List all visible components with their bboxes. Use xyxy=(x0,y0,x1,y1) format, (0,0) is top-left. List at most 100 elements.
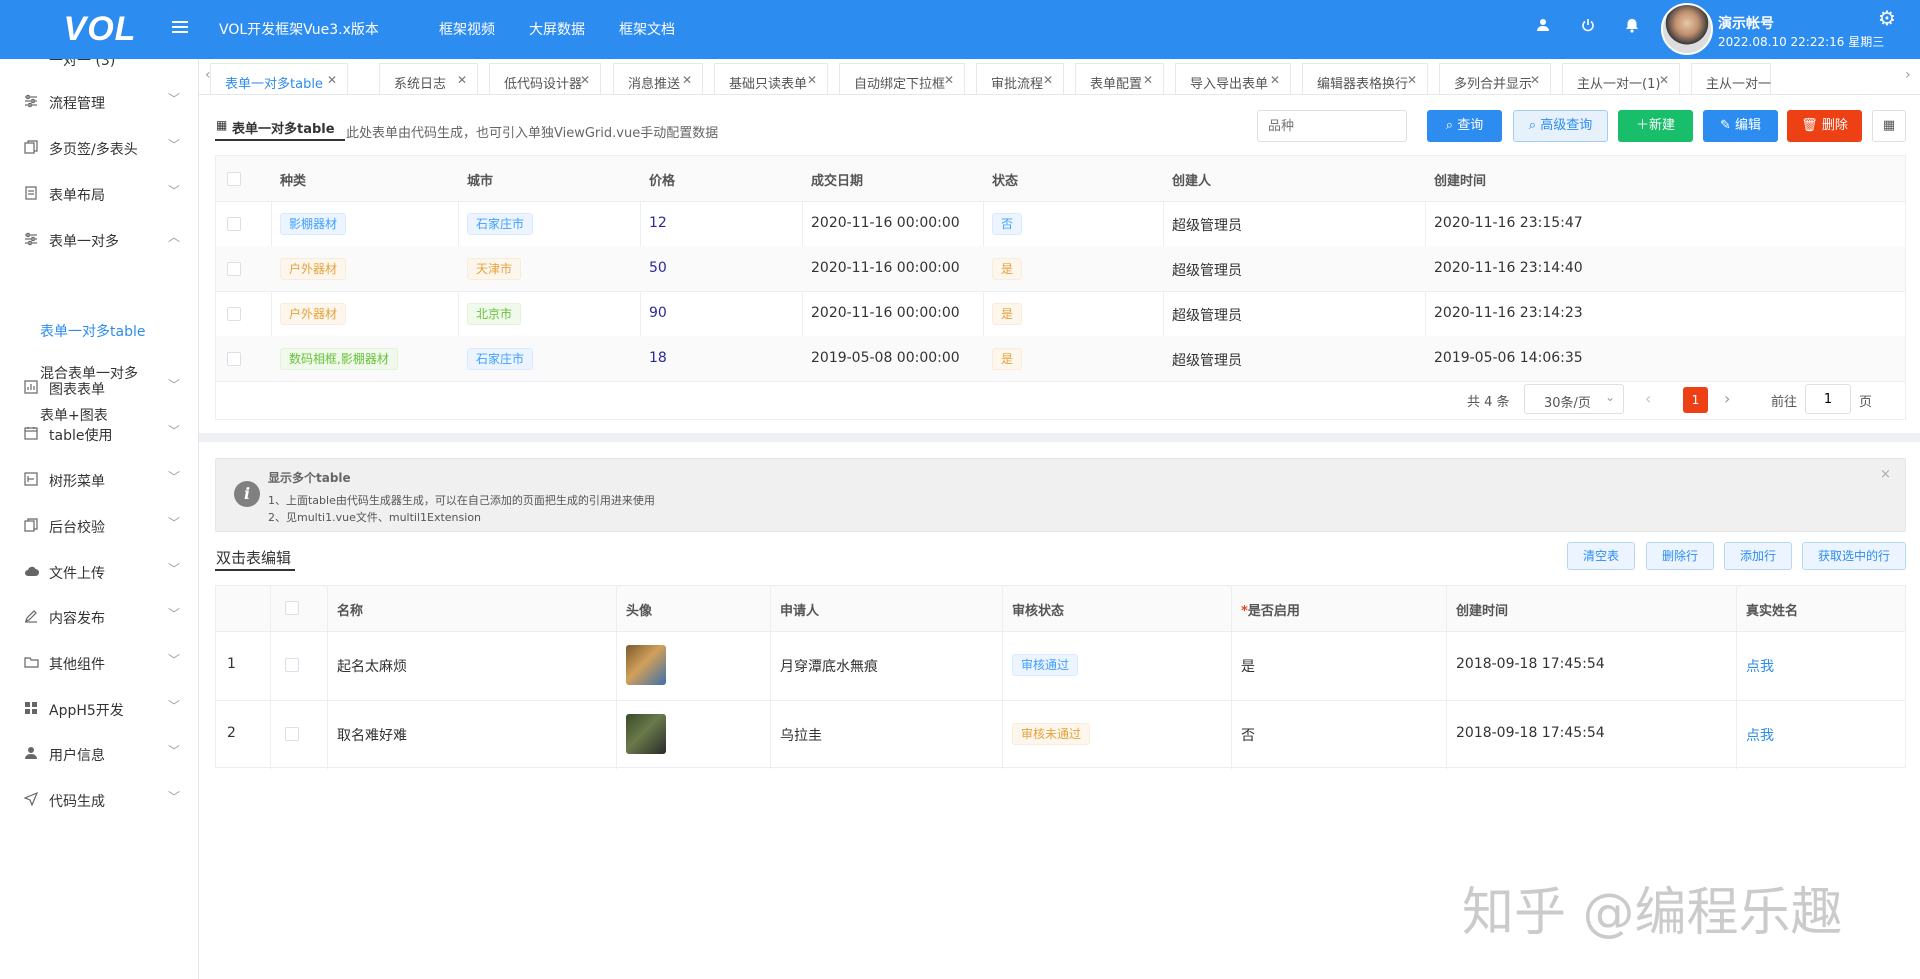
sidebar-item-13[interactable]: 代码生成 ﹀ xyxy=(0,780,198,820)
sidebar-sub-onetomany-table[interactable]: 表单一对多table xyxy=(40,321,145,341)
tab-10[interactable]: 多列合并显示 ✕ xyxy=(1439,63,1551,94)
sidebar-item-partial[interactable]: 一对一 (3) xyxy=(0,59,198,79)
real-name-link[interactable]: 点我 xyxy=(1746,656,1774,676)
row-checkbox[interactable] xyxy=(227,262,241,276)
sidebar-item-6[interactable]: 树形菜单 ﹀ xyxy=(0,460,198,500)
enabled-cell[interactable]: 否 xyxy=(1241,725,1255,745)
audit-status-tag[interactable]: 审核未通过 xyxy=(1012,723,1091,745)
sidebar-item-0[interactable]: 流程管理 ﹀ xyxy=(0,82,198,122)
created-time-cell[interactable]: 2018-09-18 17:45:54 xyxy=(1456,725,1605,741)
sidebar-item-9[interactable]: 内容发布 ﹀ xyxy=(0,597,198,637)
close-icon[interactable]: ✕ xyxy=(1530,73,1540,87)
tab-9[interactable]: 编辑器表格换行 ✕ xyxy=(1302,63,1428,94)
close-icon[interactable]: ✕ xyxy=(580,73,590,87)
gear-icon[interactable]: ⚙ xyxy=(1878,6,1896,30)
close-icon[interactable]: ✕ xyxy=(1270,73,1280,87)
sidebar-item-8[interactable]: 文件上传 ﹀ xyxy=(0,552,198,592)
power-icon[interactable] xyxy=(1581,18,1601,40)
sidebar-item-3[interactable]: 表单一对多 ︿ xyxy=(0,220,198,260)
audit-status-tag[interactable]: 审核通过 xyxy=(1012,654,1079,676)
enabled-cell[interactable]: 是 xyxy=(1241,656,1255,676)
tab-4[interactable]: 基础只读表单 ✕ xyxy=(714,63,828,94)
creator-cell: 超级管理员 xyxy=(1172,353,1242,369)
chevron-down-icon: ﹀ xyxy=(168,653,181,667)
user-icon[interactable] xyxy=(1536,18,1556,40)
tab-0[interactable]: 表单一对多table ✕ xyxy=(210,63,348,94)
sidebar-item-11[interactable]: AppH5开发 ﹀ xyxy=(0,689,198,729)
sidebar-sub-mixed-form[interactable]: 混合表单一对多 xyxy=(40,363,138,383)
row-checkbox[interactable] xyxy=(285,727,299,741)
sidebar-item-label: 用户信息 xyxy=(49,748,105,764)
page-size-select[interactable]: 30条/页 ⌄ xyxy=(1524,384,1624,414)
tab-3[interactable]: 消息推送 ✕ xyxy=(613,63,703,94)
clear-table-button[interactable]: 清空表 xyxy=(1567,542,1635,570)
close-icon[interactable]: ✕ xyxy=(1143,73,1153,87)
close-icon[interactable]: ✕ xyxy=(457,73,467,87)
sidebar-sub-form-chart[interactable]: 表单+图表 xyxy=(40,405,108,425)
price-cell: 90 xyxy=(649,305,667,321)
column-header-date: 成交日期 xyxy=(811,174,864,189)
row-checkbox[interactable] xyxy=(227,352,241,366)
row-checkbox[interactable] xyxy=(285,658,299,672)
nav-dashboard-link[interactable]: 大屏数据 xyxy=(529,19,585,39)
row-checkbox[interactable] xyxy=(227,307,241,321)
name-cell[interactable]: 取名难好难 xyxy=(337,725,407,745)
tab-6[interactable]: 审批流程 ✕ xyxy=(976,63,1064,94)
real-name-link[interactable]: 点我 xyxy=(1746,725,1774,745)
bell-icon[interactable] xyxy=(1625,18,1645,40)
tab-5[interactable]: 自动绑定下拉框 ✕ xyxy=(839,63,965,94)
goto-page-input[interactable] xyxy=(1805,384,1851,414)
folder-icon xyxy=(24,655,40,671)
search-input[interactable] xyxy=(1257,110,1407,142)
tabs-next-icon[interactable]: › xyxy=(1905,67,1911,83)
delete-row-button[interactable]: 删除行 xyxy=(1646,542,1714,570)
tab-1[interactable]: 系统日志 ✕ xyxy=(379,63,478,94)
sidebar-item-label: 文件上传 xyxy=(49,566,105,582)
add-row-button[interactable]: 添加行 xyxy=(1724,542,1792,570)
edit-button[interactable]: ✎ 编辑 xyxy=(1703,110,1778,142)
next-page-icon[interactable]: › xyxy=(1724,389,1730,408)
close-icon[interactable]: ✕ xyxy=(1043,73,1053,87)
sidebar-item-1[interactable]: 多页签/多表头 ﹀ xyxy=(0,128,198,168)
select-all-checkbox[interactable] xyxy=(285,601,299,615)
user-avatar[interactable] xyxy=(1661,3,1713,55)
sidebar-item-10[interactable]: 其他组件 ﹀ xyxy=(0,643,198,683)
menu-collapse-icon[interactable] xyxy=(172,18,192,40)
close-icon[interactable]: ✕ xyxy=(944,73,954,87)
row-checkbox[interactable] xyxy=(227,217,241,231)
page-number-current[interactable]: 1 xyxy=(1683,387,1708,413)
created-time-cell[interactable]: 2018-09-18 17:45:54 xyxy=(1456,656,1605,672)
name-cell[interactable]: 起名太麻烦 xyxy=(337,656,407,676)
sidebar-item-7[interactable]: 后台校验 ﹀ xyxy=(0,506,198,546)
tab-7[interactable]: 表单配置 ✕ xyxy=(1075,63,1164,94)
nav-docs-link[interactable]: 框架文档 xyxy=(619,19,675,39)
tab-8[interactable]: 导入导出表单 ✕ xyxy=(1175,63,1291,94)
page-description: 此处表单由代码生成，也可引入单独ViewGrid.vue手动配置数据 xyxy=(346,126,719,141)
query-button[interactable]: ⌕ 查询 xyxy=(1427,110,1502,142)
close-icon[interactable]: × xyxy=(1880,467,1891,482)
prev-page-icon[interactable]: ‹ xyxy=(1645,389,1651,408)
get-selected-rows-button[interactable]: 获取选中的行 xyxy=(1802,542,1906,570)
tab-2[interactable]: 低代码设计器 ✕ xyxy=(489,63,601,94)
columns-grid-icon[interactable]: ▦ xyxy=(1872,110,1906,142)
copy-icon xyxy=(24,518,40,534)
delete-button[interactable]: 🗑 删除 xyxy=(1787,110,1862,142)
advanced-query-button[interactable]: ⌕ 高级查询 xyxy=(1513,110,1608,142)
tab-12[interactable]: 主从一对一 xyxy=(1691,63,1771,94)
select-all-checkbox[interactable] xyxy=(227,172,241,186)
sidebar-item-12[interactable]: 用户信息 ﹀ xyxy=(0,734,198,774)
close-icon[interactable]: ✕ xyxy=(1659,73,1669,87)
close-icon[interactable]: ✕ xyxy=(807,73,817,87)
column-header-label: 名称 xyxy=(337,604,364,619)
tab-label: 表单配置 xyxy=(1090,77,1143,92)
nav-video-link[interactable]: 框架视频 xyxy=(439,19,495,39)
close-icon[interactable]: ✕ xyxy=(1407,73,1417,87)
close-icon[interactable]: ✕ xyxy=(682,73,692,87)
applicant-cell[interactable]: 乌拉圭 xyxy=(780,725,822,745)
sidebar-item-2[interactable]: 表单布局 ﹀ xyxy=(0,174,198,214)
close-icon[interactable]: ✕ xyxy=(327,73,337,87)
tab-11[interactable]: 主从一对一(1) ✕ xyxy=(1562,63,1680,94)
logo: VOL xyxy=(63,10,137,48)
applicant-cell[interactable]: 月穿潭底水無痕 xyxy=(780,656,878,676)
add-button[interactable]: ＋新建 xyxy=(1618,110,1693,142)
